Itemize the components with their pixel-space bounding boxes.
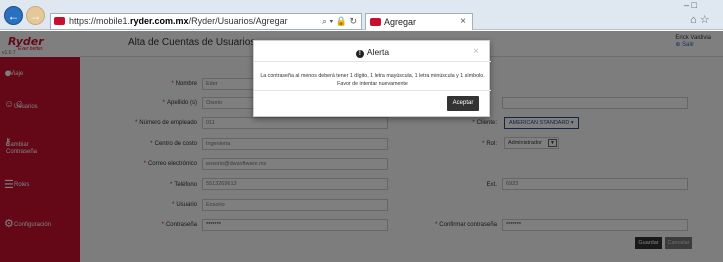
browser-tab[interactable]: Agregar × — [365, 13, 473, 30]
back-arrow-icon: ← — [7, 8, 20, 23]
tab-favicon-icon — [370, 18, 381, 26]
site-favicon-icon — [54, 17, 65, 25]
address-tools[interactable]: ⌕ ▾ 🔒 ↻ — [322, 14, 357, 29]
alert-dialog: ! Alerta × La contraseña al menos deberá … — [253, 40, 491, 117]
forward-button[interactable]: → — [26, 6, 45, 25]
dialog-title: ! Alerta — [254, 47, 491, 58]
browser-titlebar: ← → https://mobile1.ryder.com.mx/Ryder/U… — [0, 0, 723, 30]
close-icon[interactable]: × — [473, 46, 479, 57]
url-prefix: https://mobile1. — [69, 16, 131, 26]
url-domain: ryder.com.mx — [130, 16, 189, 26]
dialog-message-line-2: Favor de intentar nuevamente — [337, 81, 408, 87]
address-bar[interactable]: https://mobile1.ryder.com.mx/Ryder/Usuar… — [50, 13, 362, 30]
home-star-icons[interactable]: ⌂ ☆ — [690, 13, 710, 26]
browser-window: ← → https://mobile1.ryder.com.mx/Ryder/U… — [0, 0, 723, 262]
url-path: /Ryder/Usuarios/Agregar — [188, 16, 288, 26]
dialog-divider — [254, 90, 491, 91]
forward-arrow-icon: → — [29, 8, 42, 23]
tab-close-icon[interactable]: × — [460, 14, 466, 30]
info-icon: ! — [355, 50, 364, 58]
tab-title: Agregar — [384, 17, 417, 27]
aceptar-button[interactable]: Aceptar — [447, 96, 479, 111]
dialog-divider — [254, 61, 491, 62]
window-controls[interactable]: – □ — [684, 0, 697, 10]
back-button[interactable]: ← — [4, 6, 23, 25]
dialog-message-line-1: La contraseña al menos deberá tener 1 dí… — [260, 73, 485, 79]
dialog-message: La contraseña al menos deberá tener 1 dí… — [258, 72, 487, 88]
